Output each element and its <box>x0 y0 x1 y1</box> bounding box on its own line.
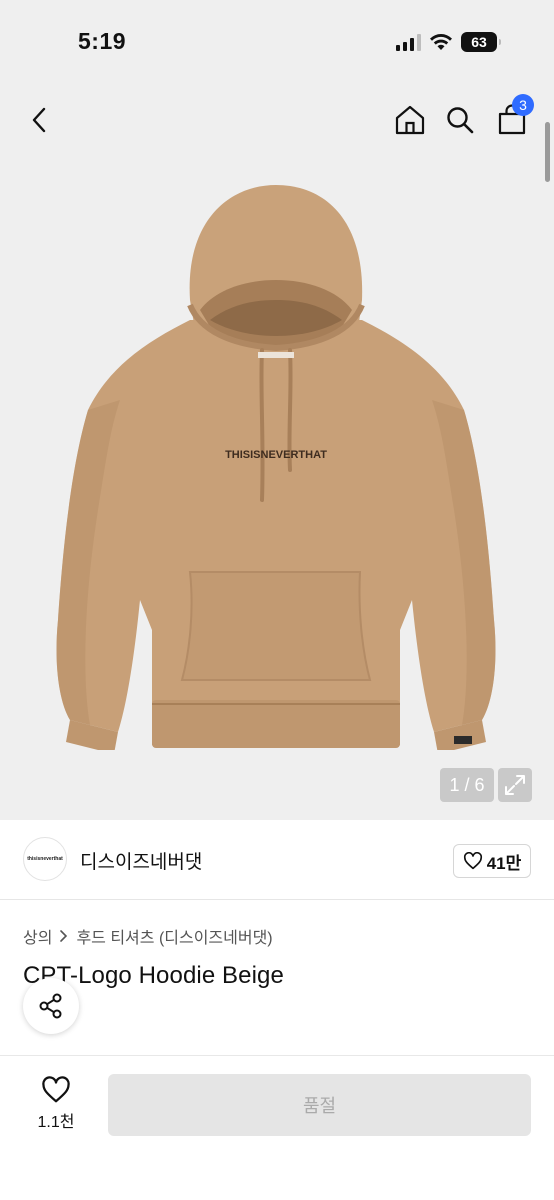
brand-name[interactable]: 디스이즈네버댓 <box>80 847 202 874</box>
cart-badge: 3 <box>512 94 534 116</box>
brand-row: thisisneverthat 디스이즈네버댓 41만 <box>0 820 554 900</box>
breadcrumb-item[interactable]: 후드 티셔츠 (디스이즈네버댓) <box>76 924 272 948</box>
battery-level: 63 <box>471 34 487 50</box>
signal-icon <box>396 33 421 51</box>
wishlist-button[interactable]: 1.1천 <box>22 1076 90 1136</box>
heart-icon <box>463 852 482 870</box>
share-button[interactable] <box>23 978 79 1034</box>
expand-icon <box>505 775 525 795</box>
home-button[interactable] <box>390 100 430 140</box>
scrollbar[interactable] <box>545 122 550 182</box>
cart-button[interactable]: 3 <box>492 94 534 140</box>
search-icon <box>447 107 474 134</box>
share-icon <box>39 993 62 1019</box>
breadcrumb: 상의 후드 티셔츠 (디스이즈네버댓) <box>23 924 273 948</box>
hoodie-print: THISISNEVERTHAT <box>225 449 327 461</box>
status-time: 5:19 <box>78 28 127 54</box>
back-button[interactable] <box>20 100 60 140</box>
bottom-action-bar: 1.1천 품절 <box>0 1055 554 1200</box>
brand-like-count: 41만 <box>486 853 522 873</box>
breadcrumb-item[interactable]: 상의 <box>23 924 52 948</box>
image-counter: 1 / 6 <box>440 768 494 802</box>
brand-like-button[interactable]: 41만 <box>453 844 531 878</box>
wifi-icon <box>430 34 452 50</box>
brand-logo-text: thisisneverthat <box>27 856 63 862</box>
expand-button[interactable] <box>498 768 532 802</box>
wishlist-count: 1.1천 <box>37 1114 75 1131</box>
chevron-right-icon <box>60 930 68 942</box>
product-image: THISISNEVERTHAT <box>56 185 496 750</box>
battery-icon: 63 <box>461 32 501 52</box>
status-icons: 63 <box>396 30 501 54</box>
brand-logo[interactable]: thisisneverthat <box>23 837 67 881</box>
sold-out-button[interactable]: 품절 <box>108 1074 531 1136</box>
status-bar: 5:19 63 <box>0 0 554 80</box>
nav-bar: 3 <box>0 90 554 150</box>
search-button[interactable] <box>440 100 480 140</box>
heart-icon <box>42 1076 70 1103</box>
home-icon <box>395 105 425 135</box>
chevron-left-icon <box>32 107 46 133</box>
